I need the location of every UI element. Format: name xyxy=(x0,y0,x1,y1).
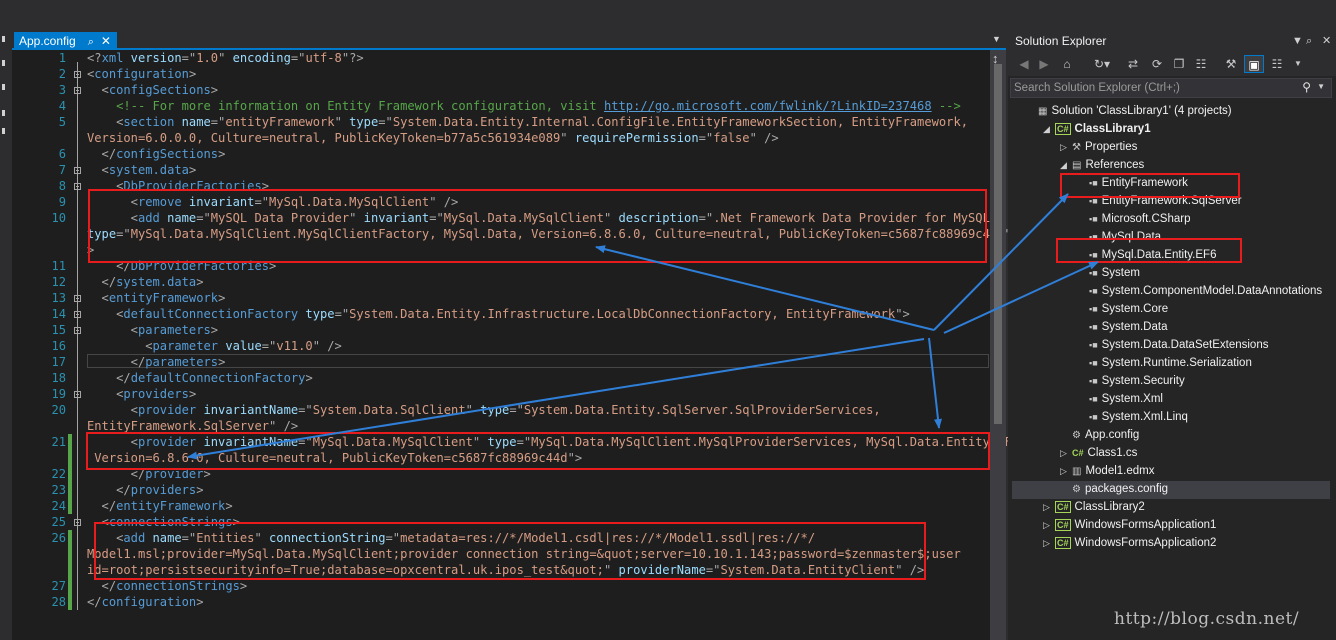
watermark-text: http://blog.csdn.net/ xyxy=(1114,609,1300,629)
arrow-to-provider xyxy=(187,338,925,460)
arrow-to-provider-box xyxy=(928,337,942,429)
arrow-group xyxy=(187,193,1099,460)
arrow-to-entityframework-ref xyxy=(933,193,1069,331)
arrow-to-dbproviderfactories xyxy=(595,245,935,331)
annotation-arrows xyxy=(187,193,1099,460)
